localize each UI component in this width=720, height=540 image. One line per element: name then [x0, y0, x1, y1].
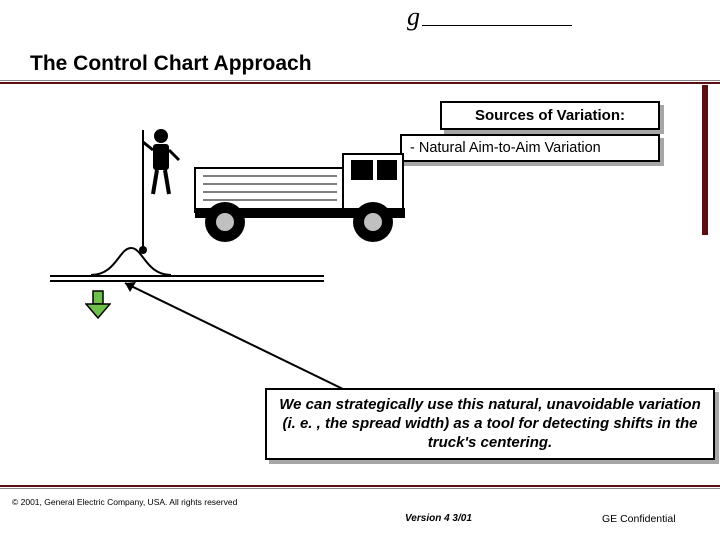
natural-variation-box: - Natural Aim-to-Aim Variation — [400, 134, 660, 162]
slide-title: The Control Chart Approach — [30, 52, 312, 76]
title-underline — [0, 80, 720, 84]
confidential-text: GE Confidential — [602, 513, 676, 525]
explanation-box: We can strategically use this natural, u… — [265, 388, 715, 460]
leader-line — [120, 278, 360, 398]
copyright-text: © 2001, General Electric Company, USA. A… — [12, 497, 237, 507]
logo-letter: g — [407, 2, 420, 32]
logo-underline — [422, 25, 572, 26]
version-text: Version 4 3/01 — [405, 513, 472, 524]
side-accent-bar — [702, 85, 708, 235]
down-arrow-icon — [85, 290, 111, 320]
sources-box: Sources of Variation: — [440, 101, 660, 130]
footer-divider — [0, 485, 720, 489]
truck-illustration — [115, 120, 425, 260]
bell-curve-icon — [91, 246, 171, 276]
